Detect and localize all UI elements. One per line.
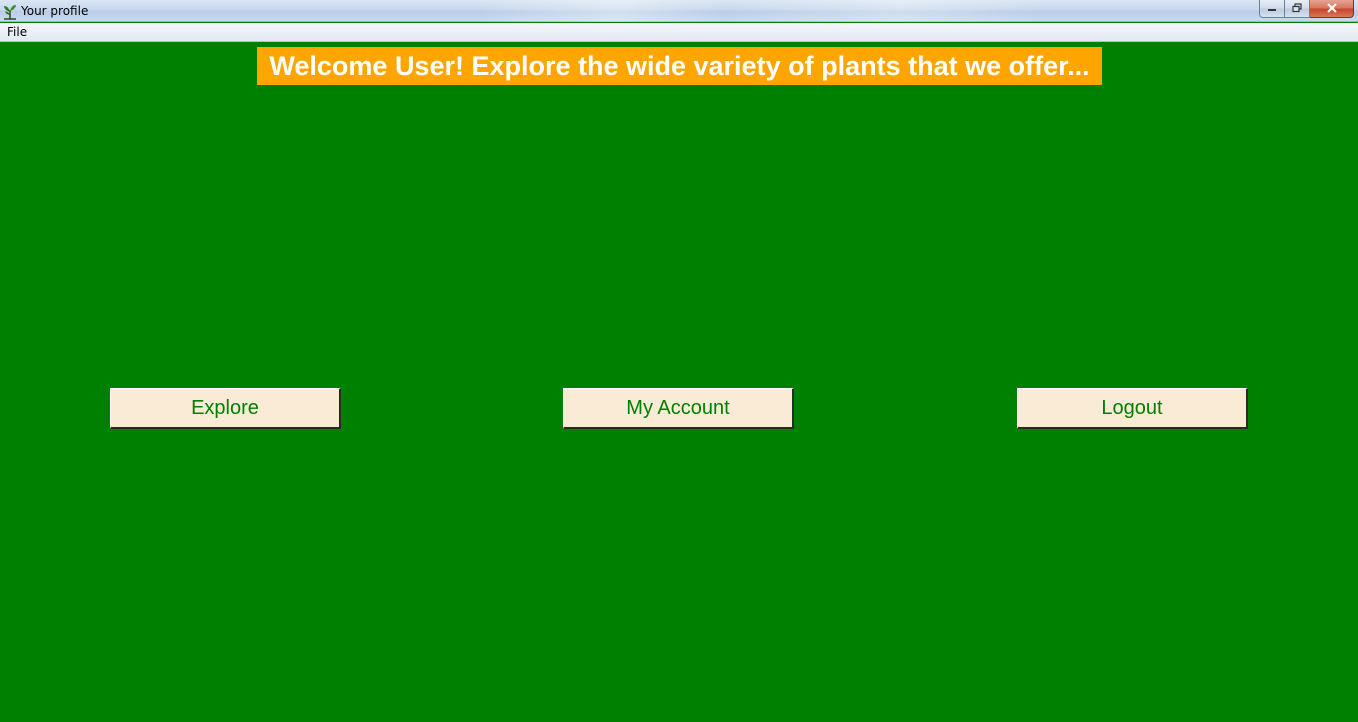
logout-button[interactable]: Logout xyxy=(1017,388,1248,429)
my-account-button[interactable]: My Account xyxy=(563,388,794,429)
explore-button[interactable]: Explore xyxy=(110,388,341,429)
restore-icon xyxy=(1291,0,1303,18)
window-title: Your profile xyxy=(21,4,89,18)
close-icon xyxy=(1326,0,1338,18)
menu-bar: File xyxy=(0,23,1358,42)
minimize-button[interactable] xyxy=(1259,0,1285,18)
plant-icon[interactable] xyxy=(2,2,18,20)
close-button[interactable] xyxy=(1310,0,1354,18)
title-bar[interactable]: Your profile xyxy=(0,0,1358,22)
restore-button[interactable] xyxy=(1285,0,1310,18)
menu-file[interactable]: File xyxy=(7,25,27,39)
minimize-icon xyxy=(1266,0,1278,18)
welcome-banner: Welcome User! Explore the wide variety o… xyxy=(257,47,1102,85)
window-controls xyxy=(1259,0,1354,18)
